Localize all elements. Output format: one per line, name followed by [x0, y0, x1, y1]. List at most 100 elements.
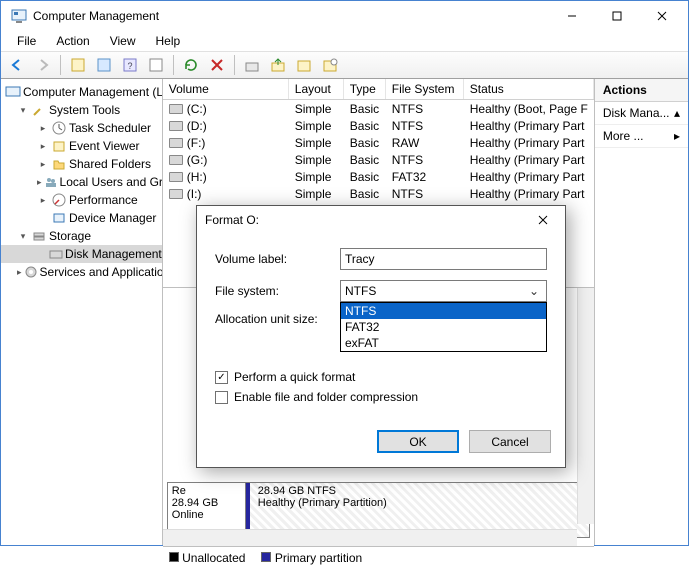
forward-button[interactable] [31, 53, 55, 77]
col-fs[interactable]: File System [386, 79, 464, 99]
chevron-down-icon[interactable]: ▾ [17, 104, 29, 116]
tree-services-label: Services and Applicatio [40, 265, 163, 279]
fs-option-exfat[interactable]: exFAT [341, 335, 546, 351]
tree-perf[interactable]: ▸Performance [1, 191, 162, 209]
col-layout[interactable]: Layout [289, 79, 344, 99]
toolbar-icon-1[interactable] [66, 53, 90, 77]
menubar: File Action View Help [1, 31, 688, 51]
actions-diskmana[interactable]: Disk Mana... ▴ [595, 102, 688, 125]
tree-services[interactable]: ▸ Services and Applicatio [1, 263, 162, 281]
disk-head-1: Re [172, 485, 241, 497]
window-title: Computer Management [33, 9, 549, 23]
chevron-right-icon[interactable]: ▸ [37, 122, 49, 134]
maximize-button[interactable] [594, 1, 639, 31]
compression-checkbox[interactable]: Enable file and folder compression [215, 390, 547, 404]
tree-systools[interactable]: ▾ System Tools [1, 101, 162, 119]
tree-task[interactable]: ▸Task Scheduler [1, 119, 162, 137]
toolbar-icon-4[interactable] [144, 53, 168, 77]
legend-primary: Primary partition [261, 551, 362, 565]
users-icon [44, 174, 58, 190]
tree-devmgr-label: Device Manager [69, 211, 156, 225]
tree-root[interactable]: Computer Management (L [1, 83, 162, 101]
menu-view[interactable]: View [100, 32, 146, 50]
services-icon [24, 264, 38, 280]
toolbar-icon-3[interactable]: ? [118, 53, 142, 77]
tree-storage[interactable]: ▾Storage [1, 227, 162, 245]
volume-list-header[interactable]: Volume Layout Type File System Status [163, 79, 594, 100]
tree-root-label: Computer Management (L [23, 85, 163, 99]
tree-event[interactable]: ▸ Event Viewer [1, 137, 162, 155]
app-icon [11, 8, 27, 24]
actions-pane: Actions Disk Mana... ▴ More ... ▸ [595, 79, 688, 545]
fs-option-fat32[interactable]: FAT32 [341, 319, 546, 335]
dialog-title: Format O: [205, 213, 259, 227]
tree-shared[interactable]: ▸Shared Folders [1, 155, 162, 173]
dialog-titlebar[interactable]: Format O: [197, 206, 565, 234]
chevron-right-icon[interactable]: ▸ [37, 140, 49, 152]
storage-icon [31, 228, 47, 244]
tree-users-label: Local Users and Gro [60, 175, 163, 189]
volume-row[interactable]: (G:)SimpleBasicNTFSHealthy (Primary Part [163, 151, 594, 168]
chevron-right-icon[interactable]: ▸ [37, 158, 49, 170]
actions-header: Actions [595, 79, 688, 102]
volume-row[interactable]: (I:)SimpleBasicNTFSHealthy (Primary Part [163, 185, 594, 202]
checkbox-unchecked-icon [215, 391, 228, 404]
computer-icon [5, 84, 21, 100]
actions-more[interactable]: More ... ▸ [595, 125, 688, 148]
tree-devmgr[interactable]: ▸Device Manager [1, 209, 162, 227]
vertical-scrollbar[interactable] [577, 288, 594, 524]
volume-row[interactable]: (D:)SimpleBasicNTFSHealthy (Primary Part [163, 117, 594, 134]
volume-row[interactable]: (H:)SimpleBasicFAT32Healthy (Primary Par… [163, 168, 594, 185]
tools-icon [31, 102, 47, 118]
tree-diskmgmt[interactable]: ▸Disk Management [1, 245, 162, 263]
tree-event-label: Event Viewer [69, 139, 139, 153]
toolbar-icon-2[interactable] [92, 53, 116, 77]
col-type[interactable]: Type [344, 79, 386, 99]
refresh-button[interactable] [179, 53, 203, 77]
col-volume[interactable]: Volume [163, 79, 289, 99]
part-size: 28.94 GB NTFS [252, 485, 583, 497]
back-button[interactable] [5, 53, 29, 77]
fs-option-ntfs[interactable]: NTFS [341, 303, 546, 319]
event-icon [51, 138, 67, 154]
chevron-down-icon[interactable]: ⌄ [526, 284, 542, 298]
file-system-dropdown[interactable]: NTFS FAT32 exFAT [340, 302, 547, 352]
file-system-label: File system: [215, 284, 340, 298]
navigation-tree[interactable]: Computer Management (L ▾ System Tools ▸T… [1, 79, 163, 545]
toolbar-icon-7[interactable] [292, 53, 316, 77]
toolbar-icon-8[interactable] [318, 53, 342, 77]
menu-file[interactable]: File [7, 32, 46, 50]
toolbar-icon-6[interactable] [266, 53, 290, 77]
quick-format-checkbox[interactable]: ✓ Perform a quick format [215, 370, 547, 384]
col-status[interactable]: Status [464, 79, 594, 99]
checkbox-checked-icon: ✓ [215, 371, 228, 384]
close-button[interactable] [639, 1, 684, 31]
disk-icon [49, 246, 63, 262]
menu-help[interactable]: Help [146, 32, 191, 50]
volume-row[interactable]: (F:)SimpleBasicRAWHealthy (Primary Part [163, 134, 594, 151]
file-system-select[interactable]: NTFS ⌄ NTFS FAT32 exFAT [340, 280, 547, 302]
cancel-button[interactable]: Cancel [469, 430, 551, 453]
chevron-right-icon[interactable]: ▸ [37, 194, 49, 206]
horizontal-scrollbar[interactable] [163, 529, 577, 546]
legend: Unallocated Primary partition [163, 546, 594, 569]
delete-button[interactable] [205, 53, 229, 77]
dialog-close-button[interactable] [529, 209, 557, 231]
toolbar-icon-5[interactable] [240, 53, 264, 77]
perf-icon [51, 192, 67, 208]
collapse-icon: ▴ [674, 106, 680, 120]
volume-row[interactable]: (C:)SimpleBasicNTFSHealthy (Boot, Page F [163, 100, 594, 117]
chevron-down-icon[interactable]: ▾ [17, 230, 29, 242]
toolbar: ? [1, 51, 688, 79]
minimize-button[interactable] [549, 1, 594, 31]
chevron-right-icon[interactable]: ▸ [17, 266, 22, 278]
menu-action[interactable]: Action [46, 32, 99, 50]
file-system-value: NTFS [345, 284, 376, 298]
disk-head-3: Online [172, 509, 241, 521]
chevron-right-icon[interactable]: ▸ [37, 176, 42, 188]
format-dialog: Format O: Volume label: File system: NTF… [196, 205, 566, 468]
tree-systools-label: System Tools [49, 103, 120, 117]
tree-users[interactable]: ▸ Local Users and Gro [1, 173, 162, 191]
volume-label-input[interactable] [340, 248, 547, 270]
ok-button[interactable]: OK [377, 430, 459, 453]
